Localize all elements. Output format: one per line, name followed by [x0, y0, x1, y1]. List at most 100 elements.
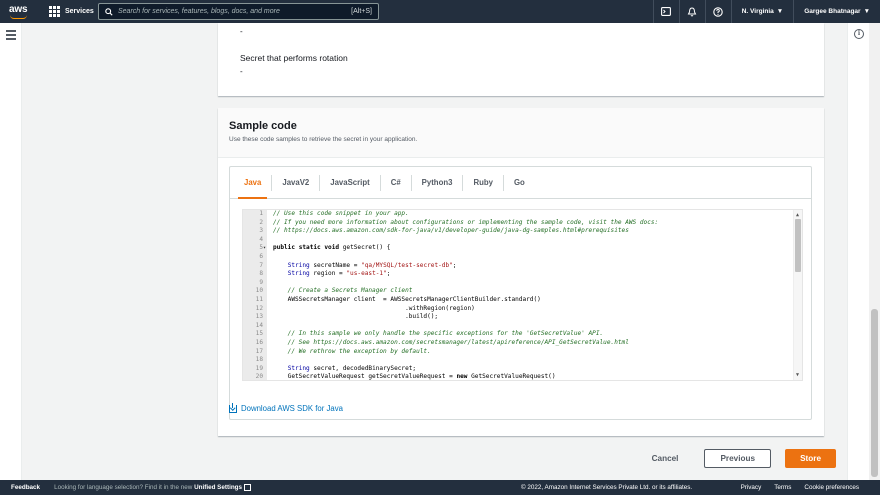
previous-button[interactable]: Previous	[704, 448, 772, 468]
console-footer: Feedback Looking for language selection?…	[0, 480, 880, 495]
line-number: 5	[259, 244, 263, 252]
download-sdk-link[interactable]: Download AWS SDK for Java	[229, 402, 343, 413]
wizard-actions: Cancel Previous Store	[206, 436, 836, 480]
code-editor-scrollbar[interactable]: ▲ ▼	[793, 210, 802, 380]
code-text: GetSecretValueRequest getSecretValueRequ…	[273, 373, 556, 381]
page-scrollbar[interactable]	[869, 23, 880, 480]
code-line: 18	[243, 356, 802, 365]
line-number: 12	[255, 304, 263, 312]
code-editor[interactable]: 1 // Use this code snippet in your app. 2 /…	[242, 209, 803, 381]
code-line: 5 ▾ public static void getSecret() {	[243, 244, 802, 253]
line-number: 6	[259, 252, 263, 260]
sample-code-title: Sample code	[229, 120, 297, 132]
sample-code-header: Sample code Use these code samples to re…	[218, 108, 824, 158]
line-number: 11	[255, 295, 263, 303]
code-text: // Use this code snippet in your app.	[273, 210, 409, 217]
tab-go[interactable]: Go	[504, 175, 535, 191]
tab-csharp[interactable]: C#	[381, 174, 412, 191]
help-icon	[713, 6, 723, 17]
line-number: 13	[255, 313, 263, 321]
bell-icon	[687, 6, 697, 16]
search-placeholder: Search for services, features, blogs, do…	[118, 8, 280, 15]
cancel-button[interactable]: Cancel	[640, 454, 691, 463]
code-text: String region = "us-east-1";	[287, 270, 391, 278]
sample-code-panel: Sample code Use these code samples to re…	[218, 108, 824, 436]
line-number: 15	[255, 330, 263, 338]
code-line: 12 .withRegion(region)	[243, 305, 802, 314]
cookie-preferences-link[interactable]: Cookie preferences	[804, 484, 859, 491]
line-number: 20	[255, 373, 263, 381]
rotation-function-value: -	[240, 67, 243, 76]
line-number: 16	[255, 338, 263, 346]
line-number: 19	[255, 364, 263, 372]
aws-logo-text: aws	[9, 3, 28, 15]
terms-link[interactable]: Terms	[774, 484, 791, 491]
code-line: 6	[243, 253, 802, 262]
page-scrollbar-thumb[interactable]	[871, 309, 878, 477]
cloudshell-button[interactable]	[652, 0, 679, 23]
left-navigation-rail	[0, 23, 22, 480]
code-text: public static void getSecret() {	[273, 244, 391, 252]
help-button[interactable]	[704, 0, 731, 23]
scroll-up-icon[interactable]: ▲	[796, 212, 799, 218]
code-line: 1 // Use this code snippet in your app.	[243, 210, 802, 219]
grid-icon	[49, 6, 60, 17]
code-text: // See https://docs.aws.amazon.com/secre…	[273, 338, 629, 346]
language-tabs-container: Java JavaV2 JavaScript C# Python3 Ruby G…	[229, 166, 812, 420]
language-hint: Looking for language selection? Find it …	[54, 483, 251, 492]
line-number: 2	[259, 218, 263, 226]
caret-down-icon: ▼	[863, 8, 870, 15]
top-navigation: aws Services Search for services, featur…	[0, 0, 880, 23]
line-number: 14	[255, 321, 263, 329]
services-label: Services	[65, 8, 94, 15]
notifications-button[interactable]	[678, 0, 705, 23]
line-number: 9	[259, 278, 263, 286]
tab-python3[interactable]: Python3	[412, 174, 464, 191]
previous-field-value: -	[240, 27, 243, 36]
line-number: 18	[255, 356, 263, 364]
search-input[interactable]: Search for services, features, blogs, do…	[98, 3, 379, 20]
code-text: // If you need more information about co…	[273, 218, 659, 226]
services-menu-button[interactable]: Services	[49, 6, 94, 17]
code-line: 17 // We rethrow the exception by defaul…	[243, 348, 802, 357]
copyright-text: © 2022, Amazon Internet Services Private…	[521, 484, 693, 491]
line-number: 8	[259, 270, 263, 278]
search-shortcut: [Alt+S]	[351, 8, 372, 15]
code-scrollbar-thumb[interactable]	[795, 219, 801, 272]
fold-toggle-icon[interactable]: ▾	[263, 244, 266, 253]
language-tabs: Java JavaV2 JavaScript C# Python3 Ruby G…	[230, 167, 811, 199]
account-menu[interactable]: Gargee Bhatnagar ▼	[793, 0, 880, 23]
code-line: 15 // In this sample we only handle the …	[243, 330, 802, 339]
aws-smile-icon	[10, 15, 27, 19]
tab-javascript[interactable]: JavaScript	[320, 174, 381, 191]
line-number: 3	[259, 227, 263, 235]
caret-down-icon: ▼	[776, 8, 784, 15]
code-line: 11 AWSSecretsManager client = AWSSecrets…	[243, 296, 802, 305]
region-label: N. Virginia	[741, 8, 774, 15]
scroll-down-icon[interactable]: ▼	[796, 372, 799, 378]
info-icon[interactable]: i	[854, 29, 864, 39]
aws-logo[interactable]: aws	[7, 3, 37, 21]
tab-java[interactable]: Java	[234, 174, 273, 199]
privacy-link[interactable]: Privacy	[741, 484, 762, 491]
download-icon	[229, 402, 237, 413]
unified-settings-link[interactable]: Unified Settings	[194, 484, 242, 491]
tab-javav2[interactable]: JavaV2	[272, 174, 321, 191]
code-text: String secretName = "qa/MYSQL/test-secre…	[287, 261, 457, 269]
line-number: 10	[255, 287, 263, 295]
code-text: // https://docs.aws.amazon.com/sdk-for-j…	[273, 227, 629, 235]
feedback-link[interactable]: Feedback	[11, 484, 40, 491]
tab-ruby[interactable]: Ruby	[463, 174, 504, 191]
line-number: 4	[259, 235, 263, 243]
region-selector[interactable]: N. Virginia ▼	[730, 0, 793, 23]
hamburger-menu-icon[interactable]	[6, 30, 16, 42]
line-number: 7	[259, 261, 263, 269]
sample-code-description: Use these code samples to retrieve the s…	[229, 136, 418, 143]
line-number: 17	[255, 347, 263, 355]
code-text: // We rethrow the exception by default.	[273, 347, 431, 355]
line-number: 1	[259, 210, 263, 217]
store-button[interactable]: Store	[785, 448, 836, 468]
language-hint-text: Looking for language selection? Find it …	[54, 484, 195, 492]
code-lines: 1 // Use this code snippet in your app. 2 /…	[243, 210, 802, 381]
code-line: 13 .build();	[243, 313, 802, 322]
